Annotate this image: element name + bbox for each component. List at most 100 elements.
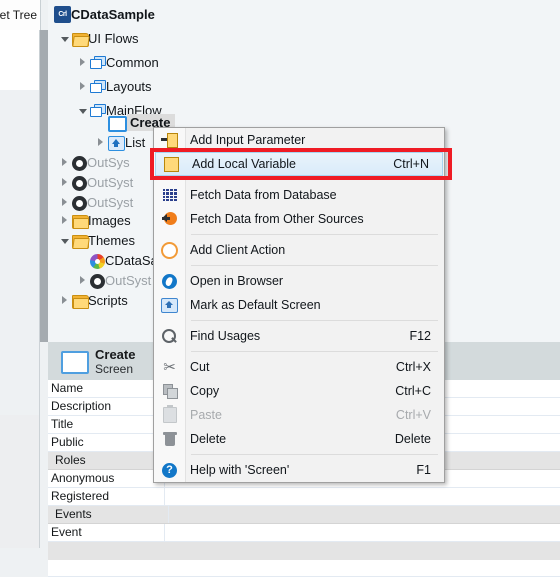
menu-item-shortcut: Ctrl+X: [395, 360, 431, 374]
menu-item-label: Add Client Action: [190, 243, 286, 257]
menu-item[interactable]: Delete Delete: [154, 427, 444, 451]
menu-item-label: Add Input Parameter: [190, 133, 306, 147]
menu-item-label: Add Local Variable: [192, 157, 297, 171]
menu-item[interactable]: ✂ Cut Ctrl+X: [154, 355, 444, 379]
tree-expand-arrow[interactable]: [62, 296, 67, 304]
cut-icon: ✂: [163, 358, 176, 376]
menu-item-shortcut: Ctrl+V: [395, 408, 431, 422]
folder-open-icon: [72, 33, 90, 47]
menu-item-label: Find Usages: [190, 329, 261, 343]
menu-item[interactable]: Find Usages F12: [154, 324, 444, 348]
property-name: Description: [48, 398, 165, 415]
property-name: Registered: [48, 488, 165, 505]
database-icon: [154, 183, 185, 207]
tree-item-label: CDataSa: [105, 252, 158, 268]
folder-open-icon: [72, 235, 90, 249]
tree-item-label: Themes: [88, 232, 135, 248]
property-value[interactable]: [165, 524, 560, 541]
default-screen-icon: [154, 293, 185, 317]
module-icon: [72, 195, 87, 211]
property-name: Public: [48, 434, 165, 451]
menu-item[interactable]: Fetch Data from Database: [154, 183, 444, 207]
menu-item[interactable]: Copy Ctrl+C: [154, 379, 444, 403]
property-name: Name: [48, 380, 165, 397]
tree-expand-arrow[interactable]: [62, 198, 67, 206]
tree-collapse-arrow[interactable]: [60, 36, 69, 42]
tree-expand-arrow[interactable]: [62, 216, 67, 224]
paste-icon: [154, 403, 185, 427]
menu-separator: [191, 320, 438, 321]
menu-item[interactable]: ? Help with 'Screen' F1: [154, 458, 444, 482]
menu-item-label: Fetch Data from Database: [190, 188, 337, 202]
tree-expand-arrow[interactable]: [80, 82, 85, 90]
home-screen-icon: [108, 136, 125, 151]
menu-item-shortcut: Delete: [394, 432, 431, 446]
menu-item-shortcut: Ctrl+C: [395, 384, 431, 398]
folder-icon: [72, 295, 89, 309]
tree-item-label: OutSyst: [105, 272, 152, 288]
module-icon: [90, 273, 105, 289]
menu-item-label: Cut: [190, 360, 210, 374]
tree-collapse-arrow[interactable]: [60, 238, 69, 244]
property-name: Title: [48, 416, 165, 433]
tree-item-label: List: [125, 134, 146, 150]
property-value[interactable]: [169, 506, 560, 523]
open-in-browser-icon: [154, 269, 185, 293]
tree-item-label: Scripts: [88, 292, 128, 308]
module-icon: [72, 155, 87, 171]
tree-expand-arrow[interactable]: [62, 158, 67, 166]
property-name: Event: [48, 524, 165, 541]
left-panel-footer: [0, 415, 39, 548]
tree-item-label: Common: [106, 54, 159, 70]
copy-icon: [154, 379, 185, 403]
search-icon: [154, 324, 185, 348]
property-row[interactable]: Event: [48, 524, 560, 542]
tree-item-label: CDataSample: [71, 6, 155, 22]
add-input-parameter-icon: [154, 128, 185, 152]
tree-expand-arrow[interactable]: [80, 58, 85, 66]
menu-item-label: Copy: [190, 384, 220, 398]
screen-icon: [108, 115, 127, 132]
context-menu[interactable]: Add Input Parameter Add Local Variable Ctr…: [153, 127, 445, 483]
property-row[interactable]: Events: [48, 506, 560, 524]
menu-separator: [191, 454, 438, 455]
theme-icon: [90, 253, 105, 269]
tab-widget-tree[interactable]: get Tree: [0, 0, 41, 31]
menu-separator: [191, 265, 438, 266]
menu-item-shortcut: Ctrl+N: [393, 157, 429, 171]
property-name: Anonymous: [48, 470, 165, 487]
folder-icon: [72, 215, 89, 229]
menu-item[interactable]: Open in Browser: [154, 269, 444, 293]
menu-item[interactable]: Add Client Action: [154, 238, 444, 262]
properties-subtitle: Screen: [95, 362, 134, 376]
property-row[interactable]: Registered: [48, 488, 560, 506]
menu-item[interactable]: Add Local Variable Ctrl+N: [155, 152, 443, 176]
menu-item-label: Help with 'Screen': [190, 463, 290, 477]
tree-scrollbar-thumb[interactable]: [40, 30, 48, 342]
menu-item-label: Mark as Default Screen: [190, 298, 321, 312]
tree-expand-arrow[interactable]: [80, 276, 85, 284]
menu-item[interactable]: Mark as Default Screen: [154, 293, 444, 317]
property-value[interactable]: [165, 488, 560, 505]
tree-item-label: OutSyst: [87, 174, 134, 190]
tree-item-label: OutSys: [87, 154, 130, 170]
widget-tree-panel: get Tree: [0, 0, 41, 548]
tree-item-label: Images: [88, 212, 131, 228]
tree-item-label: Layouts: [106, 78, 152, 94]
menu-separator: [191, 179, 438, 180]
ui-flow-icon: [90, 56, 106, 70]
tree-scrollbar[interactable]: [40, 30, 48, 342]
tree-collapse-arrow[interactable]: [78, 108, 87, 114]
menu-item[interactable]: Paste Ctrl+V: [154, 403, 444, 427]
menu-item[interactable]: Fetch Data from Other Sources: [154, 207, 444, 231]
trash-icon: [154, 427, 185, 451]
tree-expand-arrow[interactable]: [98, 138, 103, 146]
client-action-icon: [154, 238, 185, 262]
menu-item-label: Paste: [190, 408, 222, 422]
menu-item-label: Fetch Data from Other Sources: [190, 212, 364, 226]
menu-item[interactable]: Add Input Parameter: [154, 128, 444, 152]
tree-expand-arrow[interactable]: [62, 178, 67, 186]
page-title: Create: [95, 347, 136, 362]
fetch-other-sources-icon: [154, 207, 185, 231]
tree-item-label: UI Flows: [88, 30, 139, 46]
